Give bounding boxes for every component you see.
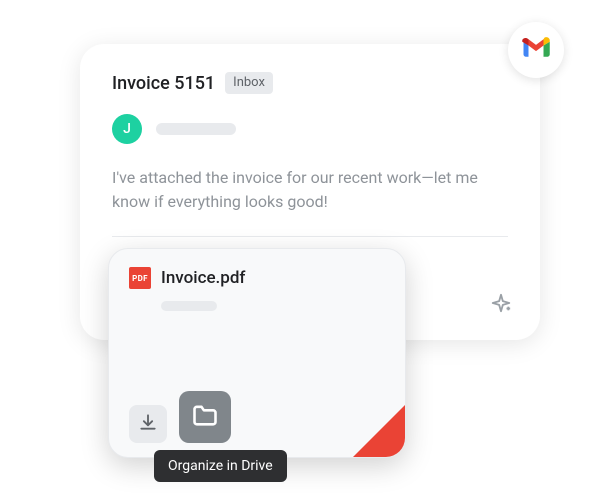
gmail-badge [508, 22, 564, 78]
tooltip-organize-in-drive: Organize in Drive [154, 450, 287, 482]
avatar[interactable]: J [112, 114, 142, 144]
gemini-sparkle-icon[interactable] [490, 292, 512, 314]
organize-in-drive-button[interactable] [179, 391, 231, 443]
divider [112, 236, 508, 237]
download-button[interactable] [129, 405, 167, 443]
sender-name-placeholder [156, 123, 236, 135]
folder-icon [191, 401, 219, 433]
sender-row: J [112, 114, 508, 144]
attachment-actions [129, 391, 231, 443]
attachment-filename: Invoice.pdf [161, 268, 245, 288]
pdf-icon: PDF [129, 267, 151, 289]
gmail-icon [521, 33, 551, 67]
attachment-meta-placeholder [161, 301, 217, 311]
download-icon [138, 412, 158, 436]
attachment-card[interactable]: PDF Invoice.pdf [108, 248, 406, 458]
email-body: I've attached the invoice for our recent… [112, 166, 508, 214]
email-subject: Invoice 5151 [112, 73, 215, 94]
avatar-initial: J [123, 121, 131, 137]
attachment-header: PDF Invoice.pdf [129, 267, 385, 289]
subject-row: Invoice 5151 Inbox [112, 72, 508, 94]
corner-fold [353, 405, 405, 457]
inbox-label-chip[interactable]: Inbox [225, 72, 273, 94]
